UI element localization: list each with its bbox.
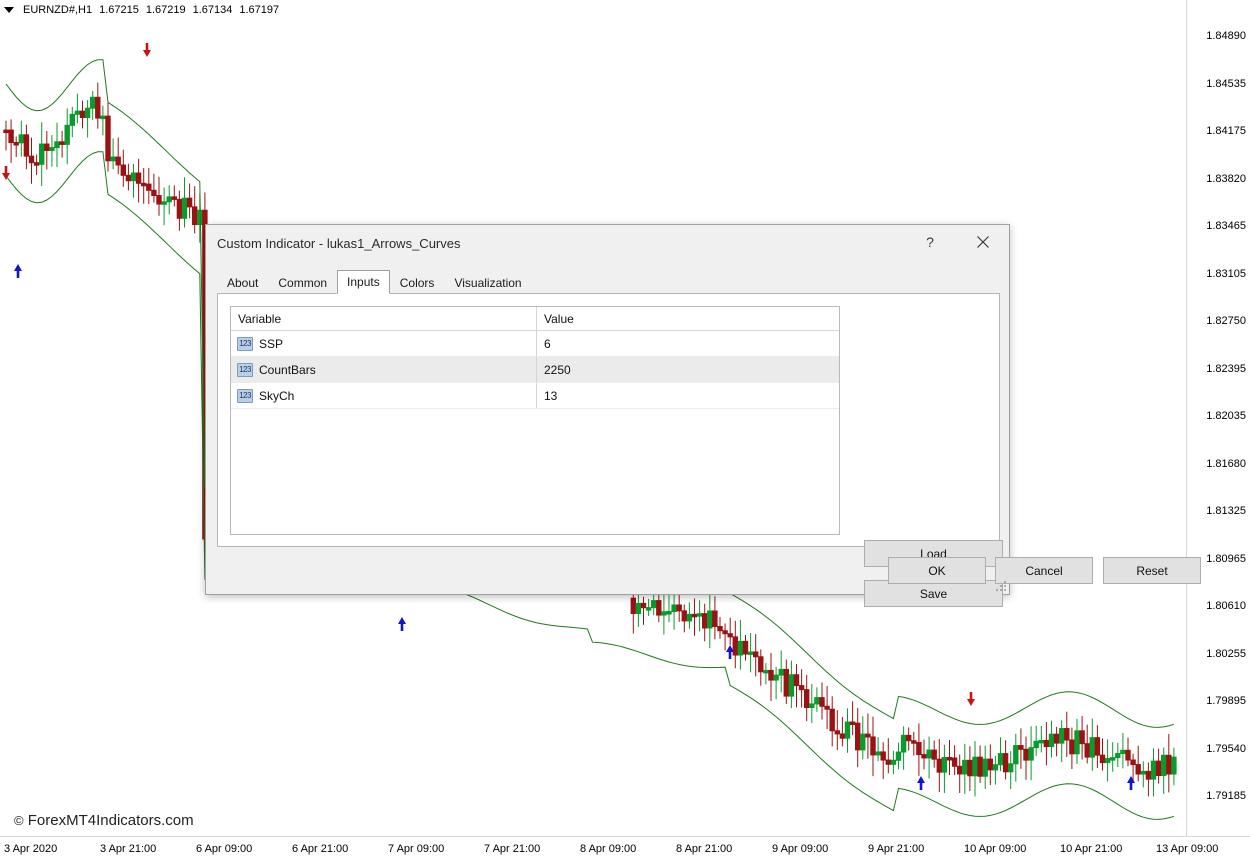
price-tick: 1.79540	[1206, 743, 1246, 755]
symbol-info-bar: EURNZD#,H1 1.67215 1.67219 1.67134 1.671…	[0, 0, 1186, 20]
custom-indicator-dialog[interactable]: Custom Indicator - lukas1_Arrows_Curves …	[205, 224, 1010, 595]
time-scale[interactable]: 3 Apr 2020 3 Apr 21:00 6 Apr 09:00 6 Apr 21…	[0, 836, 1250, 861]
tab-about[interactable]: About	[217, 271, 268, 294]
sell-arrow-icon	[143, 43, 151, 57]
tab-common[interactable]: Common	[268, 271, 337, 294]
price-tick: 1.83105	[1206, 268, 1246, 280]
time-tick: 3 Apr 2020	[4, 843, 57, 855]
time-tick: 8 Apr 09:00	[580, 843, 636, 855]
value-cell[interactable]: 13	[536, 383, 839, 408]
time-tick: 9 Apr 21:00	[868, 843, 924, 855]
value-cell[interactable]: 6	[536, 331, 839, 356]
price-tick: 1.79185	[1206, 790, 1246, 802]
inputs-panel: Variable Value 123SSP6123CountBars225012…	[217, 293, 1000, 547]
ok-button[interactable]: OK	[888, 557, 986, 584]
price-tick: 1.84175	[1206, 125, 1246, 137]
quote-high: 1.67219	[146, 4, 186, 16]
tab-label: About	[227, 276, 258, 290]
help-icon[interactable]: ?	[908, 226, 952, 258]
inputs-grid[interactable]: Variable Value 123SSP6123CountBars225012…	[230, 306, 840, 535]
column-header-value: Value	[536, 307, 839, 330]
number-input-icon: 123	[237, 363, 253, 377]
quote-low: 1.67134	[193, 4, 233, 16]
variable-name: SkyCh	[259, 389, 294, 403]
variable-cell: 123 SSP	[231, 331, 536, 356]
sell-arrow-icon	[967, 692, 975, 706]
time-tick: 6 Apr 09:00	[196, 843, 252, 855]
price-tick: 1.82035	[1206, 410, 1246, 422]
price-tick: 1.83820	[1206, 173, 1246, 185]
resize-grip[interactable]	[996, 581, 1006, 591]
price-tick: 1.81325	[1206, 505, 1246, 517]
price-tick: 1.79895	[1206, 695, 1246, 707]
sell-arrow-icon	[2, 166, 10, 180]
buy-arrow-icon	[398, 617, 406, 631]
price-scale[interactable]: 1.84890 1.84535 1.84175 1.83820 1.83465 1.831…	[1186, 0, 1250, 836]
table-row[interactable]: 123 CountBars 2250	[231, 357, 839, 383]
quote-open: 1.67215	[99, 4, 139, 16]
dialog-tabs[interactable]: About Common Inputs Colors Visualization	[217, 271, 532, 294]
time-tick: 6 Apr 21:00	[292, 843, 348, 855]
price-tick: 1.82395	[1206, 363, 1246, 375]
variable-name: SSP	[259, 337, 283, 351]
time-tick: 3 Apr 21:00	[100, 843, 156, 855]
table-row[interactable]: 123 SSP 6	[231, 331, 839, 357]
help-label: ?	[926, 234, 934, 250]
time-tick: 7 Apr 21:00	[484, 843, 540, 855]
tab-label: Common	[278, 276, 327, 290]
chart-menu-arrow-icon[interactable]	[4, 7, 14, 13]
price-tick: 1.84535	[1206, 78, 1246, 90]
time-tick: 7 Apr 09:00	[388, 843, 444, 855]
column-header-variable: Variable	[231, 312, 536, 326]
quote-close: 1.67197	[239, 4, 279, 16]
time-tick: 10 Apr 09:00	[964, 843, 1026, 855]
price-tick: 1.80965	[1206, 553, 1246, 565]
tab-visualization[interactable]: Visualization	[444, 271, 531, 294]
variable-name: CountBars	[259, 363, 316, 377]
time-tick: 13 Apr 09:00	[1156, 843, 1218, 855]
buy-arrow-icon	[14, 264, 22, 278]
dialog-title-text: Custom Indicator - lukas1_Arrows_Curves	[217, 236, 460, 251]
number-input-icon: 123	[237, 389, 253, 403]
symbol-label: EURNZD#,H1	[23, 4, 92, 16]
save-button[interactable]: Save	[864, 580, 1003, 607]
cancel-button[interactable]: Cancel	[995, 557, 1093, 584]
watermark-text: ForexMT4Indicators.com	[28, 812, 194, 829]
tab-colors[interactable]: Colors	[390, 271, 445, 294]
price-tick: 1.80610	[1206, 600, 1246, 612]
price-tick: 1.82750	[1206, 315, 1246, 327]
number-input-icon: 123	[237, 337, 253, 351]
close-icon[interactable]	[961, 226, 1005, 258]
price-tick: 1.81680	[1206, 458, 1246, 470]
time-tick: 10 Apr 21:00	[1060, 843, 1122, 855]
tab-label: Inputs	[347, 275, 380, 289]
variable-cell: 123 SkyCh	[231, 383, 536, 408]
buy-arrow-icon	[1127, 776, 1135, 790]
watermark: © ForexMT4Indicators.com	[14, 812, 194, 829]
time-tick: 9 Apr 09:00	[772, 843, 828, 855]
tab-label: Visualization	[454, 276, 521, 290]
variable-cell: 123 CountBars	[231, 357, 536, 382]
buy-arrow-icon	[917, 776, 925, 790]
reset-button[interactable]: Reset	[1103, 557, 1201, 584]
table-row[interactable]: 123 SkyCh 13	[231, 383, 839, 409]
time-tick: 8 Apr 21:00	[676, 843, 732, 855]
price-tick: 1.84890	[1206, 30, 1246, 42]
price-tick: 1.80255	[1206, 648, 1246, 660]
dialog-title-bar[interactable]: Custom Indicator - lukas1_Arrows_Curves …	[206, 225, 1009, 263]
tab-label: Colors	[400, 276, 435, 290]
watermark-copyright: ©	[14, 813, 24, 828]
value-cell[interactable]: 2250	[536, 357, 839, 382]
tab-inputs[interactable]: Inputs	[337, 270, 390, 294]
price-tick: 1.83465	[1206, 220, 1246, 232]
grid-header-row: Variable Value	[231, 307, 839, 331]
